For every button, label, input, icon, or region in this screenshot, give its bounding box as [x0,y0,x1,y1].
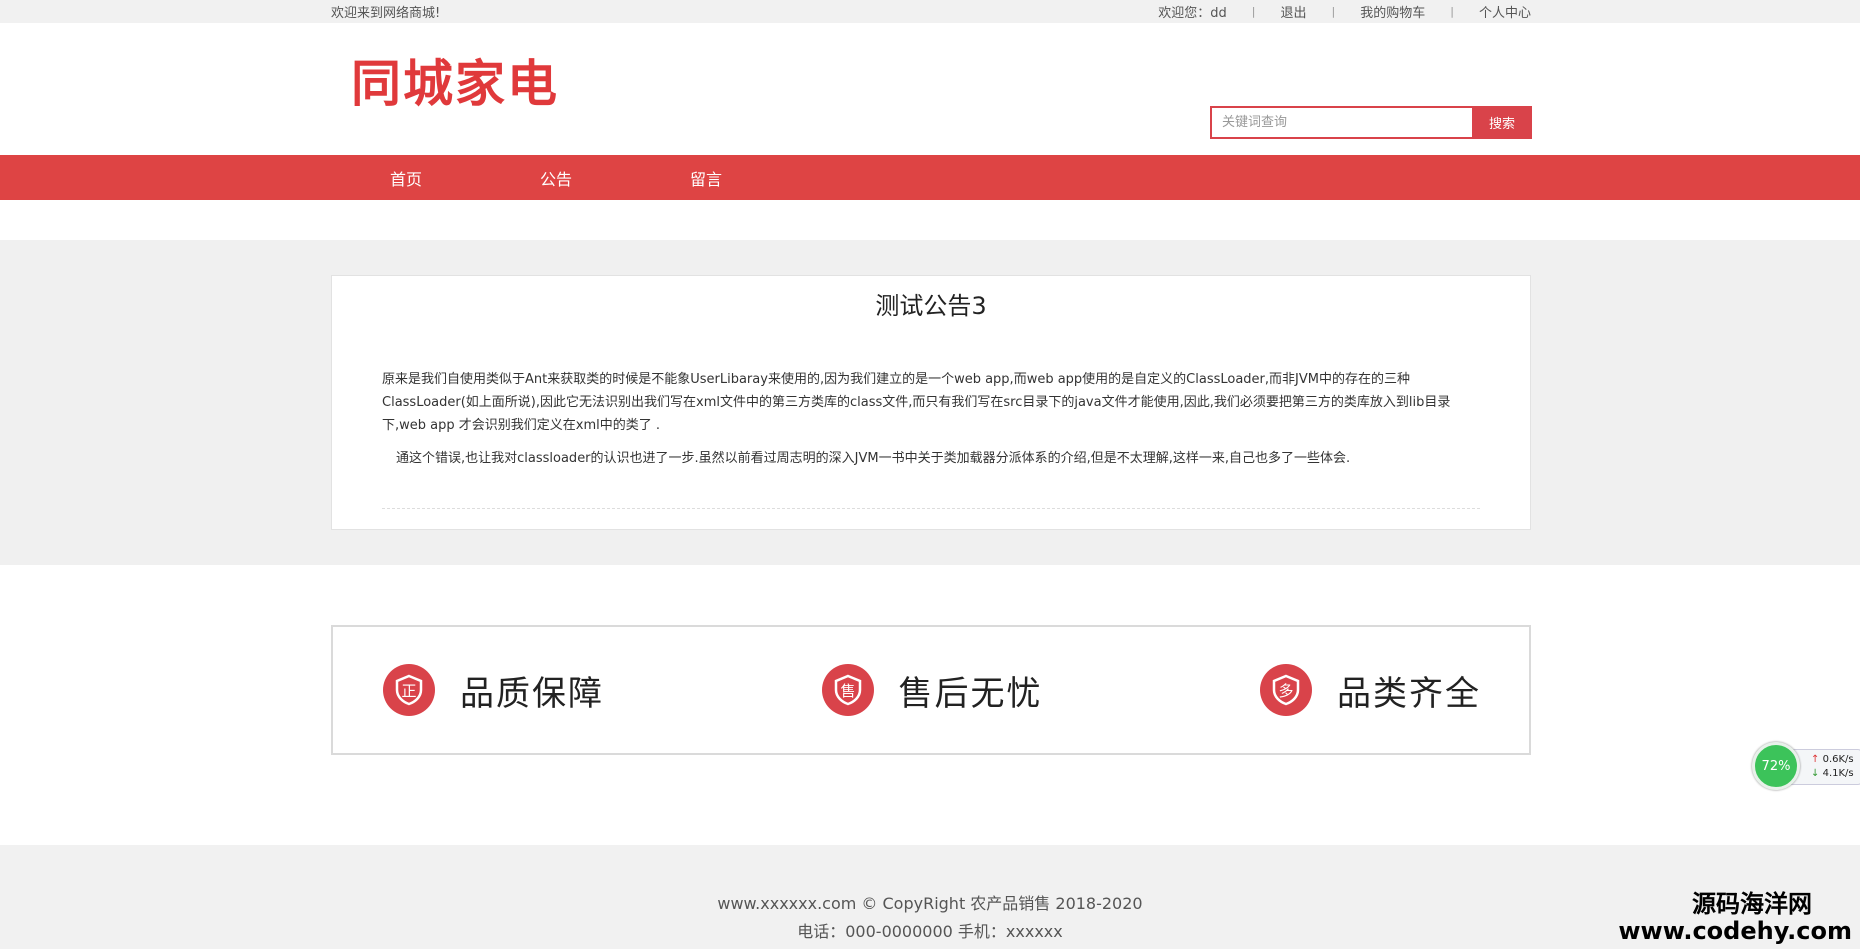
separator: | [1450,5,1454,18]
cart-link[interactable]: 我的购物车 [1360,2,1425,21]
separator: | [1251,5,1256,18]
search-button[interactable]: 搜索 [1472,106,1532,139]
nav-item-home[interactable]: 首页 [331,166,481,190]
network-speed-widget[interactable]: ↑ 0.6K/s ↓ 4.1K/s 72% [1752,742,1860,792]
feature-variety: 多 品类齐全 [1260,664,1481,716]
download-arrow-icon: ↓ [1811,768,1820,779]
quality-shield-icon: 正 [383,664,435,716]
top-bar: 欢迎来到网络商城! 欢迎您：dd | 退出 | 我的购物车 | 个人中心 [0,0,1860,23]
footer-contact: 电话：000-0000000 手机：xxxxxx [797,922,1063,941]
feature-label: 售后无忧 [898,673,1043,714]
feature-quality: 正 品质保障 [383,664,604,716]
user-links: 欢迎您：dd | 退出 | 我的购物车 | 个人中心 [1158,2,1531,21]
feature-label: 品质保障 [460,673,604,714]
article-body: 原来是我们自使用类似于Ant来获取类的时候是不能象UserLibaray来使用的… [382,368,1480,470]
search-input[interactable] [1210,106,1472,139]
content-band: 测试公告3 原来是我们自使用类似于Ant来获取类的时候是不能象UserLibar… [0,240,1860,565]
article-paragraph: 原来是我们自使用类似于Ant来获取类的时候是不能象UserLibaray来使用的… [382,372,1451,433]
features-box: 正 品质保障 售 售后无忧 多 品类齐全 [331,625,1531,755]
nav-item-announcements[interactable]: 公告 [481,166,631,190]
upload-speed: 0.6K/s [1822,754,1854,765]
watermark: 源码海洋网 www.codehy.com [1618,889,1852,946]
aftersales-shield-icon: 售 [821,664,874,716]
profile-link[interactable]: 个人中心 [1479,2,1531,21]
article-title: 测试公告3 [875,292,987,320]
upload-arrow-icon: ↑ [1811,754,1820,765]
speed-percent-badge[interactable]: 72% [1752,742,1800,790]
variety-icon-char: 多 [1278,682,1293,700]
watermark-line2: www.codehy.com [1618,917,1852,945]
footer: www.xxxxxx.com © CopyRight 农产品销售 2018-20… [0,845,1860,949]
download-speed: 4.1K/s [1822,768,1854,779]
logout-link[interactable]: 退出 [1281,2,1307,21]
nav-item-messages[interactable]: 留言 [631,166,781,190]
watermark-line1: 源码海洋网 [1692,889,1812,918]
quality-icon-char: 正 [401,682,416,700]
footer-copyright: www.xxxxxx.com © CopyRight 农产品销售 2018-20… [717,894,1143,913]
features-section: 正 品质保障 售 售后无忧 多 品类齐全 [0,565,1860,845]
variety-shield-icon: 多 [1260,664,1312,716]
article-paragraph: 通这个错误,也让我对classloader的认识也进了一步.虽然以前看过周志明的… [396,451,1351,466]
aftersales-icon-char: 售 [840,682,855,700]
header: 同城家电 搜索 [0,23,1860,155]
article-divider [382,508,1480,509]
separator: | [1331,5,1336,18]
site-logo[interactable]: 同城家电 [351,44,559,116]
announcement-article: 测试公告3 原来是我们自使用类似于Ant来获取类的时候是不能象UserLibar… [331,275,1531,530]
feature-label: 品类齐全 [1337,673,1481,714]
search-bar: 搜索 [1210,106,1532,139]
main-nav: 首页 公告 留言 [0,155,1860,200]
feature-aftersales: 售 售后无忧 [821,664,1043,716]
welcome-text: 欢迎来到网络商城! [331,6,441,21]
user-greeting[interactable]: 欢迎您：dd [1158,2,1227,21]
